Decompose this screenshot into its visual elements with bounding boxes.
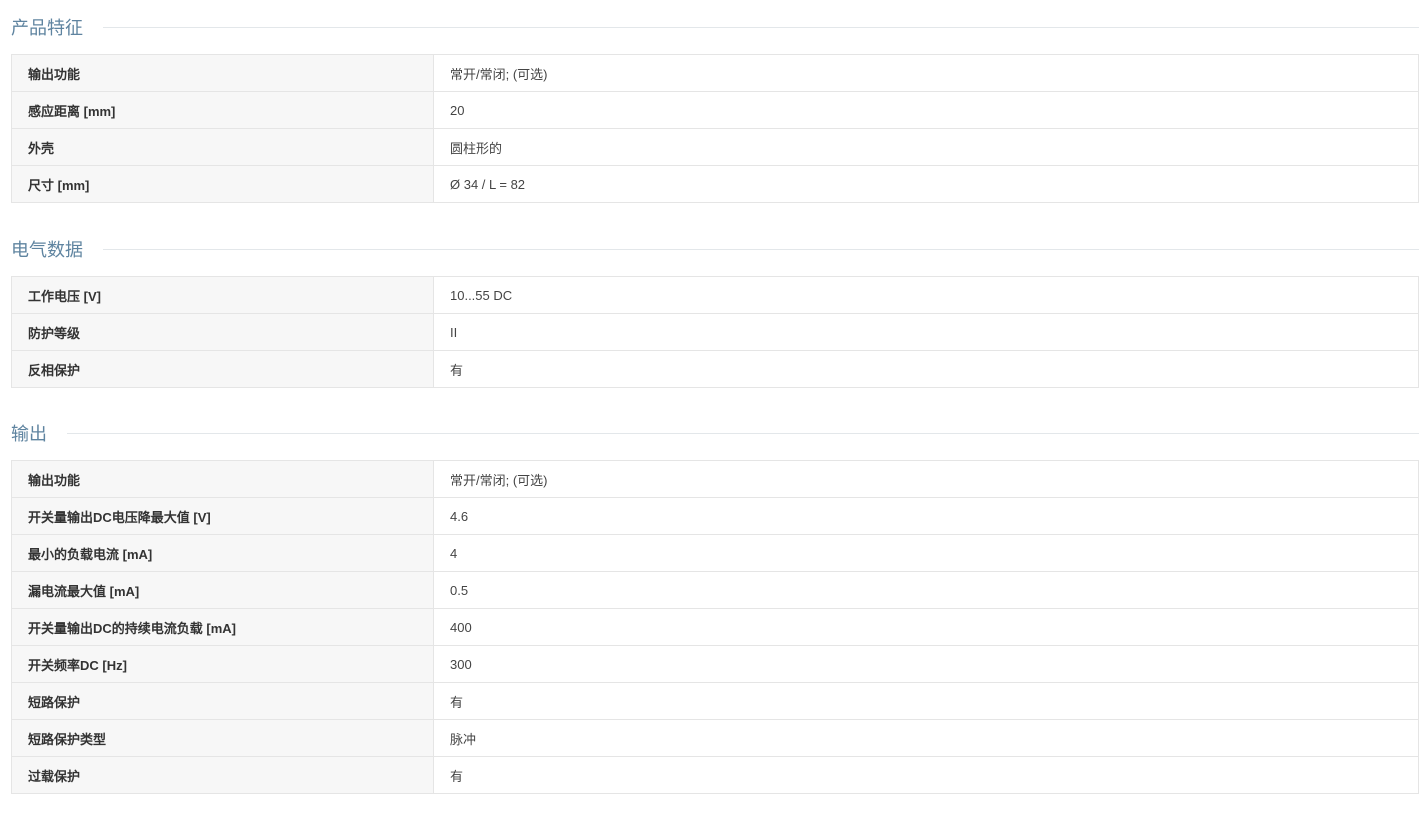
table-row: 过载保护 有 [11,756,1419,794]
spec-value: 有 [433,756,1419,794]
spec-label: 短路保护 [11,682,434,720]
table-row: 尺寸 [mm] Ø 34 / L = 82 [11,165,1419,203]
electrical-data-table: 工作电压 [V] 10...55 DC 防护等级 II 反相保护 有 [11,276,1419,388]
spec-label: 感应距离 [mm] [11,91,434,129]
spec-value: 常开/常闭; (可选) [433,54,1419,92]
table-row: 短路保护 有 [11,682,1419,720]
spec-label: 开关量输出DC的持续电流负载 [mA] [11,608,434,646]
spec-value: Ø 34 / L = 82 [433,165,1419,203]
table-row: 外壳 圆柱形的 [11,128,1419,166]
spec-label: 尺寸 [mm] [11,165,434,203]
table-row: 感应距离 [mm] 20 [11,91,1419,129]
section-heading-electrical-data: 电气数据 [11,222,1419,276]
spec-label: 工作电压 [V] [11,276,434,314]
spec-label: 输出功能 [11,54,434,92]
section-divider [103,248,1419,250]
spec-page: 产品特征 输出功能 常开/常闭; (可选) 感应距离 [mm] 20 外壳 圆柱… [11,0,1419,794]
section-divider [103,26,1419,28]
spec-label: 反相保护 [11,350,434,388]
table-row: 输出功能 常开/常闭; (可选) [11,460,1419,498]
table-row: 反相保护 有 [11,350,1419,388]
section-title: 输出 [11,424,47,445]
spec-value: 常开/常闭; (可选) [433,460,1419,498]
spec-label: 短路保护类型 [11,719,434,757]
table-row: 开关量输出DC的持续电流负载 [mA] 400 [11,608,1419,646]
spec-label: 开关频率DC [Hz] [11,645,434,683]
spec-label: 漏电流最大值 [mA] [11,571,434,609]
spec-value: 脉冲 [433,719,1419,757]
product-features-table: 输出功能 常开/常闭; (可选) 感应距离 [mm] 20 外壳 圆柱形的 尺寸… [11,54,1419,203]
spec-value: 4.6 [433,497,1419,535]
table-row: 漏电流最大值 [mA] 0.5 [11,571,1419,609]
table-row: 输出功能 常开/常闭; (可选) [11,54,1419,92]
table-row: 开关频率DC [Hz] 300 [11,645,1419,683]
table-row: 开关量输出DC电压降最大值 [V] 4.6 [11,497,1419,535]
table-row: 工作电压 [V] 10...55 DC [11,276,1419,314]
spec-value: 0.5 [433,571,1419,609]
section-title: 产品特征 [11,18,83,39]
section-title: 电气数据 [11,240,83,261]
spec-value: II [433,313,1419,351]
spec-value: 圆柱形的 [433,128,1419,166]
spec-value: 有 [433,682,1419,720]
spec-value: 300 [433,645,1419,683]
output-table: 输出功能 常开/常闭; (可选) 开关量输出DC电压降最大值 [V] 4.6 最… [11,460,1419,794]
section-heading-product-features: 产品特征 [11,0,1419,54]
spec-label: 最小的负载电流 [mA] [11,534,434,572]
spec-value: 400 [433,608,1419,646]
section-heading-output: 输出 [11,406,1419,460]
spec-value: 20 [433,91,1419,129]
spec-label: 防护等级 [11,313,434,351]
table-row: 防护等级 II [11,313,1419,351]
spec-value: 10...55 DC [433,276,1419,314]
spec-value: 4 [433,534,1419,572]
spec-label: 过载保护 [11,756,434,794]
spec-value: 有 [433,350,1419,388]
spec-label: 输出功能 [11,460,434,498]
section-divider [67,432,1419,434]
spec-label: 开关量输出DC电压降最大值 [V] [11,497,434,535]
spec-label: 外壳 [11,128,434,166]
table-row: 最小的负载电流 [mA] 4 [11,534,1419,572]
table-row: 短路保护类型 脉冲 [11,719,1419,757]
